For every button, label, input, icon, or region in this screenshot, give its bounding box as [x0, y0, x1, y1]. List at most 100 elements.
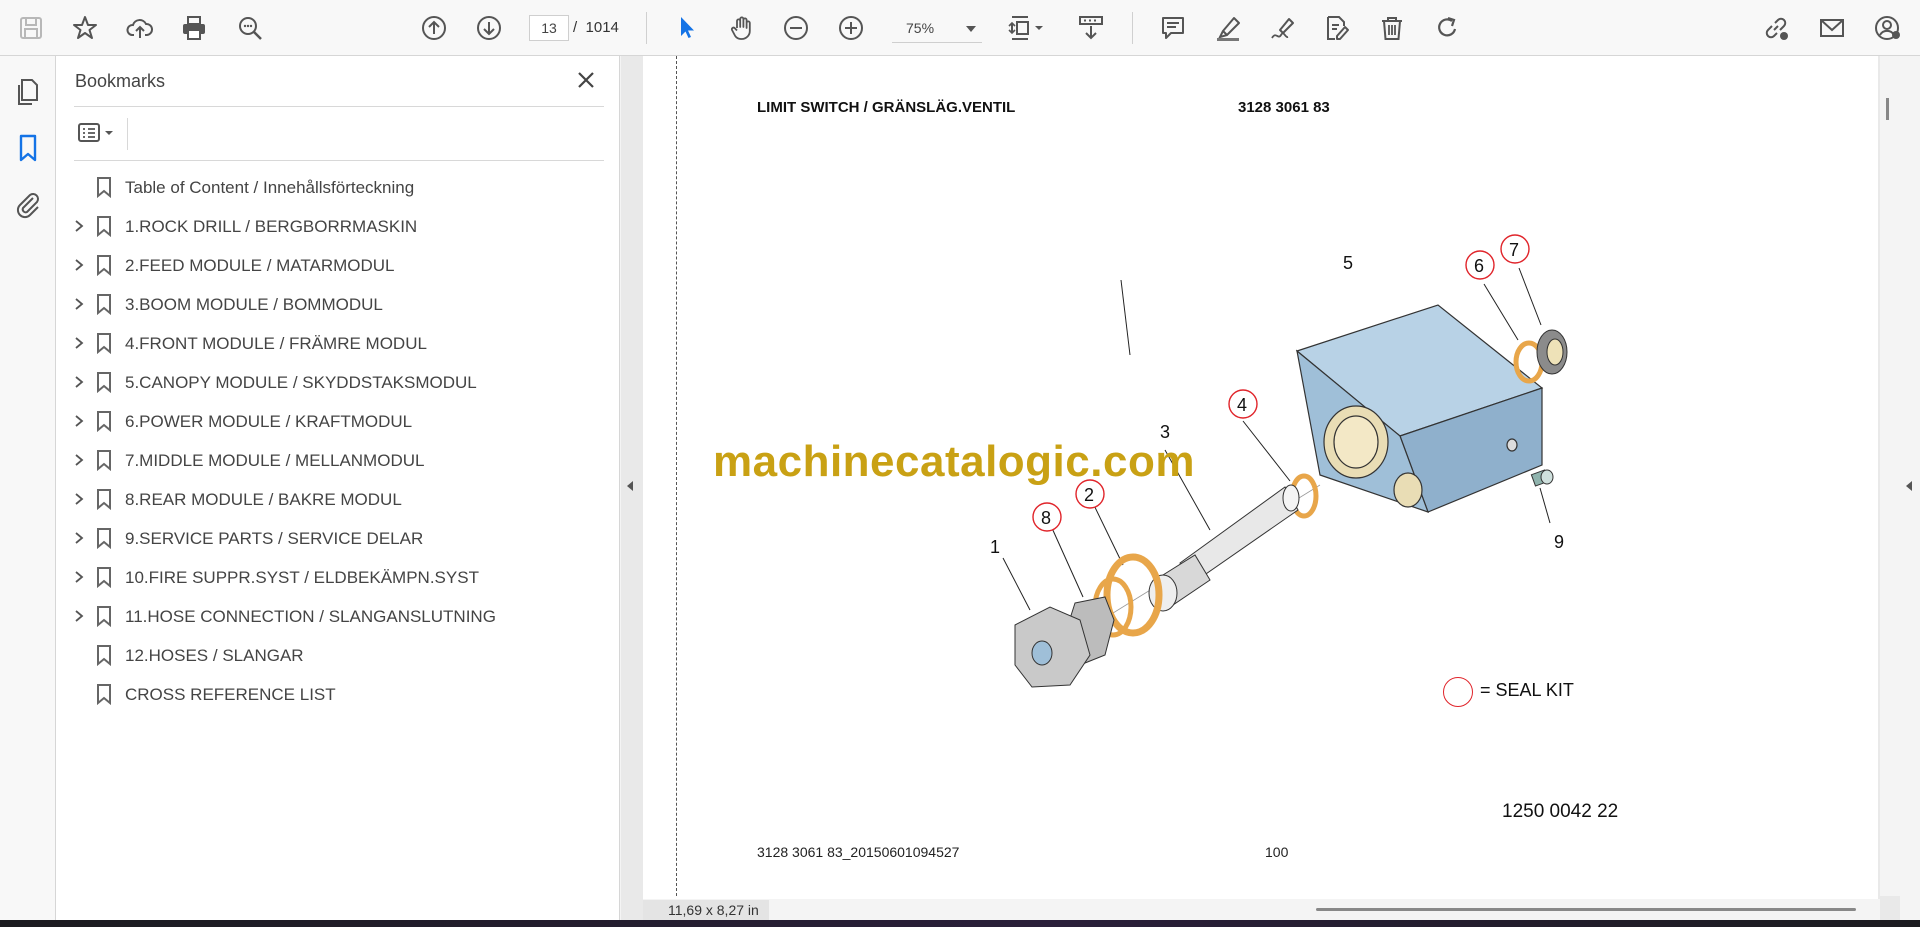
seal-kit-symbol	[1443, 677, 1473, 707]
page-total-count: 1014	[585, 19, 619, 36]
bookmark-label: 4.FRONT MODULE / FRÄMRE MODUL	[125, 334, 427, 353]
vertical-scrollbar[interactable]	[1880, 56, 1900, 896]
collapse-right-pane-icon[interactable]	[1903, 478, 1915, 494]
chevron-right-icon[interactable]	[72, 219, 86, 233]
page-display-icon[interactable]	[1002, 10, 1050, 46]
cloud-upload-icon[interactable]	[122, 10, 158, 46]
panel-divider	[74, 106, 604, 107]
bookmark-label: 11.HOSE CONNECTION / SLANGANSLUTNING	[125, 607, 496, 626]
page-thumbnails-icon[interactable]	[12, 76, 44, 108]
main-toolbar: 13 / 1014 75%	[0, 0, 1920, 56]
bookmark-label: 7.MIDDLE MODULE / MELLANMODUL	[125, 451, 425, 470]
bookmark-icon	[94, 176, 114, 199]
close-icon[interactable]	[574, 68, 598, 92]
comment-icon[interactable]	[1155, 10, 1191, 46]
find-text-icon[interactable]	[232, 10, 268, 46]
callout-4: 4	[1237, 395, 1247, 415]
page-header-title: LIMIT SWITCH / GRÄNSLÄG.VENTIL	[757, 99, 1016, 116]
star-icon[interactable]	[67, 10, 103, 46]
rotate-icon[interactable]	[1429, 10, 1465, 46]
bookmark-item[interactable]: 6.POWER MODULE / KRAFTMODUL	[56, 402, 616, 441]
plug-part	[1530, 469, 1554, 487]
bookmark-list: Table of Content / Innehållsförteckning …	[56, 168, 616, 714]
page-fold-line	[676, 56, 677, 896]
bookmark-icon	[94, 527, 114, 550]
delete-icon[interactable]	[1374, 10, 1410, 46]
bookmarks-panel: Bookmarks Table of Content / Innehållsfö…	[56, 56, 620, 920]
email-icon[interactable]	[1814, 10, 1850, 46]
select-cursor-icon[interactable]	[669, 10, 705, 46]
bookmark-item[interactable]: 4.FRONT MODULE / FRÄMRE MODUL	[56, 324, 616, 363]
bookmark-item[interactable]: 11.HOSE CONNECTION / SLANGANSLUTNING	[56, 597, 616, 636]
panel-divider	[127, 118, 128, 150]
bookmark-icon	[94, 566, 114, 589]
next-page-icon[interactable]	[471, 10, 507, 46]
bookmark-label: 6.POWER MODULE / KRAFTMODUL	[125, 412, 413, 431]
chevron-right-icon[interactable]	[72, 375, 86, 389]
scroll-mode-icon[interactable]	[1073, 10, 1109, 46]
zoom-in-icon[interactable]	[833, 10, 869, 46]
bookmark-icon	[94, 644, 114, 667]
chevron-right-icon[interactable]	[72, 609, 86, 623]
bookmark-label: 12.HOSES / SLANGAR	[125, 646, 304, 665]
bookmark-item[interactable]: 10.FIRE SUPPR.SYST / ELDBEKÄMPN.SYST	[56, 558, 616, 597]
chevron-down-icon	[966, 26, 976, 32]
collapse-left-pane-icon[interactable]	[624, 478, 636, 494]
attachments-icon[interactable]	[12, 188, 44, 220]
bookmark-item[interactable]: 8.REAR MODULE / BAKRE MODUL	[56, 480, 616, 519]
edit-pdf-icon[interactable]	[1319, 10, 1355, 46]
highlight-icon[interactable]	[1210, 10, 1246, 46]
bookmark-item[interactable]: CROSS REFERENCE LIST	[56, 675, 616, 714]
hand-tool-icon[interactable]	[724, 10, 760, 46]
zoom-select[interactable]: 75%	[892, 15, 982, 43]
print-icon[interactable]	[176, 10, 212, 46]
chevron-right-icon[interactable]	[72, 453, 86, 467]
bookmark-item[interactable]: 2.FEED MODULE / MATARMODUL	[56, 246, 616, 285]
bookmark-label: 3.BOOM MODULE / BOMMODUL	[125, 295, 383, 314]
callout-6: 6	[1474, 256, 1484, 276]
bookmark-options-button[interactable]	[76, 118, 122, 148]
sign-icon[interactable]	[1265, 10, 1301, 46]
chevron-right-icon[interactable]	[72, 414, 86, 428]
bookmark-icon	[94, 683, 114, 706]
chevron-right-icon[interactable]	[72, 531, 86, 545]
bookmark-icon	[94, 410, 114, 433]
chevron-right-icon[interactable]	[72, 258, 86, 272]
bookmark-item[interactable]: 1.ROCK DRILL / BERGBORRMASKIN	[56, 207, 616, 246]
bookmark-item[interactable]: 5.CANOPY MODULE / SKYDDSTAKSMODUL	[56, 363, 616, 402]
page-number-input[interactable]: 13	[529, 15, 569, 41]
bookmark-label: 9.SERVICE PARTS / SERVICE DELAR	[125, 529, 424, 548]
bookmark-label: 10.FIRE SUPPR.SYST / ELDBEKÄMPN.SYST	[125, 568, 479, 587]
bookmark-icon	[94, 605, 114, 628]
zoom-out-icon[interactable]	[778, 10, 814, 46]
bookmark-item[interactable]: Table of Content / Innehållsförteckning	[56, 168, 616, 207]
hex-plug	[1014, 596, 1115, 688]
bookmarks-panel-icon[interactable]	[12, 132, 44, 164]
zoom-value: 75%	[906, 20, 935, 36]
vertical-scroll-thumb[interactable]	[1886, 98, 1889, 120]
save-icon[interactable]	[13, 10, 49, 46]
callout-2: 2	[1084, 485, 1094, 505]
bookmark-label: CROSS REFERENCE LIST	[125, 685, 336, 704]
bookmark-item[interactable]: 12.HOSES / SLANGAR	[56, 636, 616, 675]
callout-8: 8	[1041, 508, 1051, 528]
bookmark-icon	[94, 332, 114, 355]
bookmark-icon	[94, 215, 114, 238]
chevron-right-icon[interactable]	[72, 297, 86, 311]
bookmark-icon	[94, 293, 114, 316]
bookmarks-title: Bookmarks	[75, 71, 166, 91]
os-taskbar-edge	[0, 920, 1920, 927]
bookmark-label: Table of Content / Innehållsförteckning	[125, 178, 415, 197]
share-link-icon[interactable]	[1758, 10, 1794, 46]
bookmark-icon	[94, 371, 114, 394]
horizontal-scroll-thumb[interactable]	[1316, 908, 1856, 911]
account-icon[interactable]	[1870, 10, 1906, 46]
bookmark-item[interactable]: 3.BOOM MODULE / BOMMODUL	[56, 285, 616, 324]
previous-page-icon[interactable]	[416, 10, 452, 46]
chevron-right-icon[interactable]	[72, 570, 86, 584]
drawing-number: 1250 0042 22	[1502, 801, 1619, 822]
chevron-right-icon[interactable]	[72, 492, 86, 506]
bookmark-item[interactable]: 9.SERVICE PARTS / SERVICE DELAR	[56, 519, 616, 558]
bookmark-item[interactable]: 7.MIDDLE MODULE / MELLANMODUL	[56, 441, 616, 480]
chevron-right-icon[interactable]	[72, 336, 86, 350]
